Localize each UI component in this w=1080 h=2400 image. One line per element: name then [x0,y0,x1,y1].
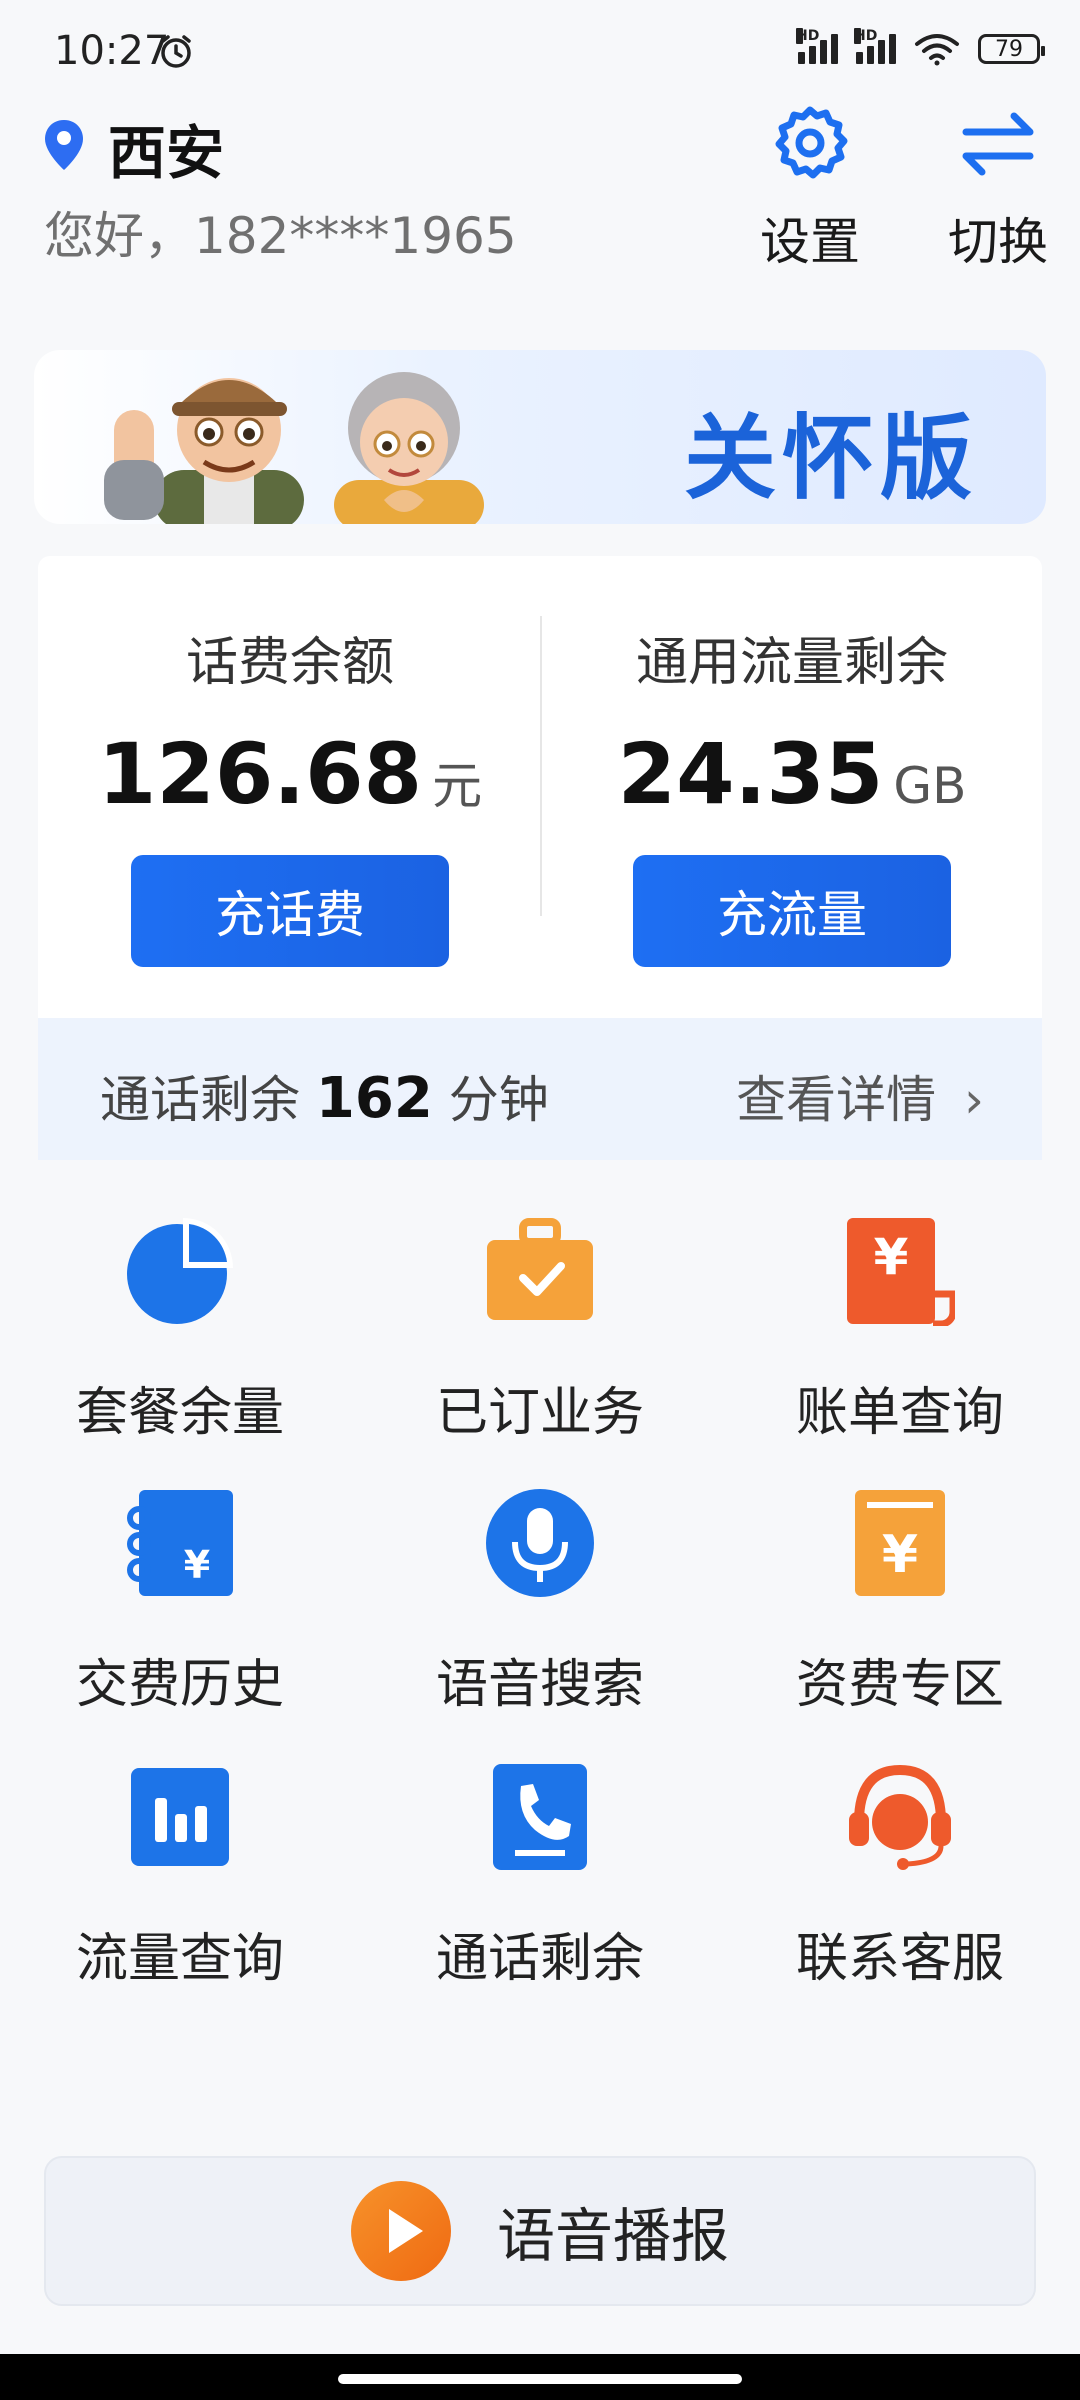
battery-icon: 79 [978,34,1045,64]
balance-title: 话费余额 [185,633,394,693]
recharge-data-button[interactable]: 充流量 [633,855,951,967]
cell-signal-icon: HD [796,28,838,64]
current-city[interactable]: 西安 [108,106,224,190]
service-voice-search[interactable]: 语音搜索 [390,1488,690,1717]
service-payment-history[interactable]: ¥ 交费历史 [30,1488,330,1717]
wifi-icon [915,34,959,66]
service-contact-support[interactable]: 联系客服 [750,1762,1050,1991]
status-icons: HD HD 79 [796,28,1045,66]
greeting-text: 您好，182****1965 [44,207,517,265]
call-minutes: 162 [315,1066,433,1131]
service-label: 套餐余量 [75,1383,284,1443]
switch-label: 切换 [948,213,1048,271]
svg-text:¥: ¥ [882,1525,918,1585]
data-value: 24.35 [617,725,884,823]
briefcase-check-icon [487,1218,593,1320]
notebook-yen-icon: ¥ [127,1490,233,1596]
care-edition-banner[interactable]: 关怀版 [34,350,1046,524]
call-unit: 分钟 [448,1071,549,1129]
balance-amount: 126.68 元 [40,725,540,823]
balance-value: 126.68 [97,725,423,823]
service-call-remaining[interactable]: 通话剩余 [390,1762,690,1991]
gear-icon [775,106,848,179]
play-icon [350,2181,451,2281]
home-gesture-handle[interactable] [338,2374,742,2384]
service-label: 联系客服 [795,1929,1004,1989]
svg-text:¥: ¥ [874,1228,909,1286]
call-prefix: 通话剩余 [100,1071,300,1129]
service-label: 语音搜索 [435,1655,644,1715]
service-data-query[interactable]: 流量查询 [30,1762,330,1991]
voice-broadcast-label: 语音播报 [496,2202,729,2270]
bill-yen-icon: ¥ [847,1218,957,1328]
phone-icon [493,1764,587,1870]
service-tariff-zone[interactable]: ¥ 资费专区 [750,1488,1050,1717]
service-label: 流量查询 [75,1929,284,1989]
service-label: 交费历史 [75,1655,284,1715]
location-pin-icon [45,120,83,170]
service-plan-balance[interactable]: 套餐余量 [30,1216,330,1445]
service-label: 资费专区 [795,1655,1004,1715]
yen-card-icon: ¥ [855,1490,945,1596]
balance-section: 话费余额 126.68 元 充话费 [40,620,540,967]
bar-chart-icon [131,1768,229,1866]
microphone-icon [486,1489,594,1597]
service-label: 通话剩余 [435,1929,644,1989]
elderly-couple-illustration [104,372,484,524]
data-section: 通用流量剩余 24.35 GB 充流量 [542,620,1042,967]
settings-label: 设置 [760,213,860,271]
headset-icon [849,1764,951,1870]
call-remaining-text: 通话剩余 162 分钟 [100,1060,549,1132]
service-bill-query[interactable]: ¥ 账单查询 [750,1216,1050,1445]
balance-unit: 元 [432,757,483,815]
data-title: 通用流量剩余 [635,633,948,693]
chevron-right-icon: › [964,1071,984,1129]
service-label: 账单查询 [795,1383,1004,1443]
data-amount: 24.35 GB [542,725,1042,823]
status-time: 10:27 [54,28,170,74]
alarm-icon [161,35,191,68]
recharge-fee-button[interactable]: 充话费 [131,855,449,967]
cell-signal-icon-2: HD [854,28,896,64]
service-label: 已订业务 [435,1383,644,1443]
service-subscribed[interactable]: 已订业务 [390,1216,690,1445]
svg-text:¥: ¥ [184,1543,210,1587]
switch-arrows-icon [962,112,1034,176]
pie-chart-icon [127,1218,233,1324]
banner-title: 关怀版 [684,405,979,512]
view-details-label: 查看详情 [736,1071,937,1129]
switch-button[interactable]: 切换 [928,104,1068,274]
settings-button[interactable]: 设置 [740,104,880,274]
data-unit: GB [893,757,967,815]
voice-broadcast-button[interactable]: 语音播报 [44,2156,1036,2306]
view-details-link[interactable]: 查看详情 › [736,1060,984,1132]
